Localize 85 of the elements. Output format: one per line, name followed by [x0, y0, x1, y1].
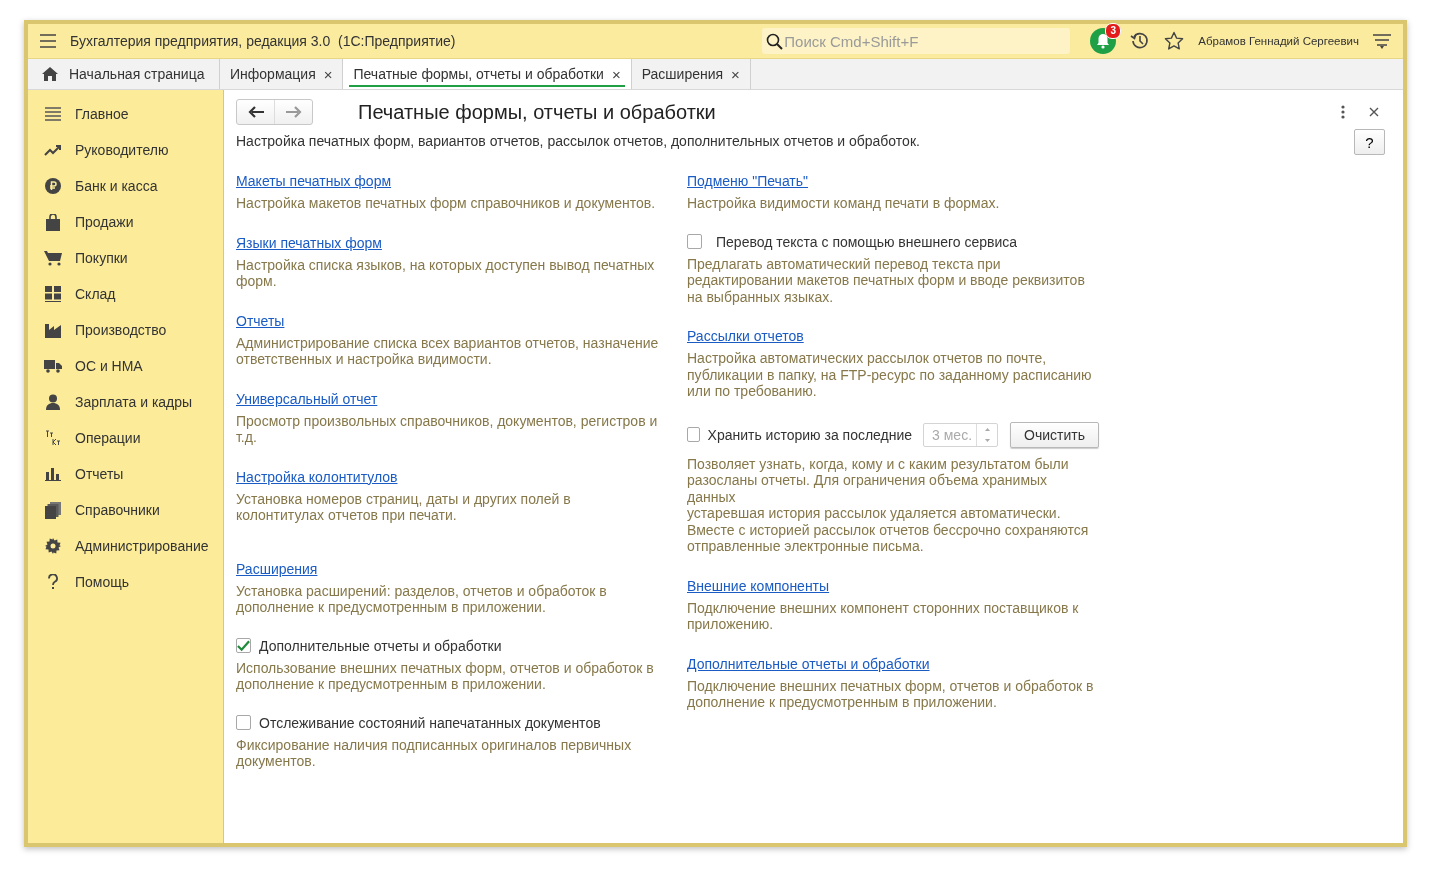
- description: Подключение внешних печатных форм, отчетов и обработок в дополнение к предусмотренным в приложении.: [687, 677, 1095, 711]
- sidebar-item[interactable]: Справочники: [28, 492, 223, 528]
- description: Установка номеров страниц, даты и других полей в колонтитулах отчетов при печати.: [236, 490, 572, 524]
- person-icon: [45, 394, 61, 410]
- more-icon[interactable]: [1341, 105, 1345, 119]
- link[interactable]: Дополнительные отчеты и обработки: [687, 655, 930, 672]
- books-icon: [45, 501, 61, 519]
- home-icon: [42, 67, 58, 81]
- close-tab-icon[interactable]: ×: [731, 65, 740, 83]
- close-tab-icon[interactable]: ×: [611, 65, 621, 83]
- sidebar-item[interactable]: Операции: [28, 420, 223, 456]
- description: Настройка видимости команд печати в формах.: [687, 195, 1001, 212]
- truck-icon: [44, 359, 62, 373]
- sidebar-item[interactable]: ОС и НМА: [28, 348, 223, 384]
- sidebar-item[interactable]: Администрирование: [28, 528, 223, 564]
- description: Администрирование списка всех вариантов отчетов, назначение ответственных и настройка видимости.: [236, 334, 659, 368]
- help-button[interactable]: ?: [1354, 129, 1385, 155]
- description: Установка расширений: разделов, отчетов и обработок в дополнение к предусмотренным в приложении.: [236, 582, 608, 616]
- sidebar-item[interactable]: Продажи: [28, 204, 223, 240]
- page-title: Печатные формы, отчеты и обработки: [358, 100, 717, 124]
- link[interactable]: Макеты печатных форм: [236, 173, 392, 189]
- description: Настройка макетов печатных форм справочников и документов.: [236, 195, 657, 212]
- star-icon[interactable]: [1164, 31, 1185, 51]
- list-icon: [45, 107, 61, 121]
- debit-credit-icon: [45, 430, 61, 446]
- description: Предлагать автоматический перевод текста при редактировании макетов печатных форм и вводе реквизитов на выбранных языках.: [687, 255, 1086, 305]
- link[interactable]: Внешние компоненты: [687, 577, 830, 594]
- grid-icon: [45, 286, 61, 302]
- back-arrow-icon: [247, 106, 264, 118]
- tab[interactable]: Начальная страница: [28, 59, 220, 89]
- factory-icon: [45, 322, 61, 338]
- sidebar-item[interactable]: Руководителю: [28, 132, 223, 168]
- checkbox[interactable]: [236, 638, 251, 653]
- checkbox-label[interactable]: Отслеживание состояний напечатанных документов: [259, 714, 601, 731]
- bell-icon: [1095, 33, 1112, 49]
- tab[interactable]: Расширения ×: [631, 59, 751, 89]
- link[interactable]: Подменю "Печать": [687, 173, 809, 189]
- sidebar-item[interactable]: Отчеты: [28, 456, 223, 492]
- spin-down-icon[interactable]: [984, 438, 990, 442]
- sidebar-item[interactable]: Зарплата и кадры: [28, 384, 223, 420]
- checkbox[interactable]: [687, 234, 702, 249]
- menu-icon[interactable]: [40, 34, 56, 48]
- field-value: 3 мес.: [931, 426, 974, 443]
- sidebar-item[interactable]: Склад: [28, 276, 223, 312]
- ruble-coin-icon: [45, 178, 61, 194]
- sidebar-item[interactable]: Главное: [28, 96, 223, 132]
- description: Просмотр произвольных справочников, документов, регистров и т.д.: [236, 412, 659, 446]
- link[interactable]: Универсальный отчет: [236, 390, 378, 407]
- description: Настройка списка языков, на которых доступен вывод печатных форм.: [236, 256, 656, 290]
- gear-icon: [45, 538, 61, 554]
- description: Позволяет узнать, когда, кому и с каким результатом были разосланы отчеты. Для ограничения объема хранимых данных устаревшая история рассылок удаляется автоматически. Вместе с историей рассылок отчетов бессрочно сохраняются отправленные электронные письма.: [687, 455, 1090, 555]
- link[interactable]: Языки печатных форм: [236, 234, 382, 251]
- checkbox-label[interactable]: Перевод текста с помощью внешнего сервиса: [716, 233, 1018, 250]
- spin-up-icon[interactable]: [984, 427, 990, 431]
- link[interactable]: Расширения: [236, 560, 318, 577]
- checkbox-label[interactable]: Дополнительные отчеты и обработки: [259, 637, 502, 654]
- history-icon[interactable]: [1130, 31, 1151, 51]
- sidebar-item[interactable]: Помощь: [28, 564, 223, 600]
- link[interactable]: Отчеты: [236, 312, 285, 329]
- sidebar-item[interactable]: Производство: [28, 312, 223, 348]
- search-field[interactable]: Поиск Cmd+Shift+F: [762, 28, 1071, 54]
- sidebar-item[interactable]: Покупки: [28, 240, 223, 276]
- bar-chart-icon: [45, 467, 61, 481]
- close-icon[interactable]: [1369, 107, 1379, 117]
- help-icon: [47, 574, 59, 590]
- page-description: Настройка печатных форм, вариантов отчетов, рассылок отчетов, дополнительных отчетов и обработок.: [236, 133, 920, 149]
- window-title: Бухгалтерия предприятия, редакция 3.0 (1С:Предприятие): [70, 33, 457, 49]
- tab[interactable]: Печатные формы, отчеты и обработки ×: [343, 59, 632, 89]
- sidebar-item[interactable]: Банк и касса: [28, 168, 223, 204]
- link[interactable]: Настройка колонтитулов: [236, 468, 398, 485]
- cart-icon: [44, 250, 62, 266]
- description: Подключение внешних компонент сторонних поставщиков к приложению.: [687, 599, 1080, 633]
- menu-icon[interactable]: [1373, 33, 1391, 49]
- description: Фиксирование наличия подписанных оригиналов первичных документов.: [236, 736, 633, 770]
- trend-up-icon: [44, 144, 62, 156]
- shopping-bag-icon: [45, 213, 61, 231]
- notification-badge: 3: [1105, 23, 1122, 39]
- forward-arrow-icon: [285, 106, 302, 118]
- checkbox[interactable]: [236, 715, 251, 730]
- description: Использование внешних печатных форм, отчетов и обработок в дополнение к предусмотренным в приложении.: [236, 659, 655, 693]
- description: Настройка автоматических рассылок отчетов по почте, публикации в папку, на FTP-ресурс по заданному расписанию или по требованию.: [687, 350, 1093, 400]
- link[interactable]: Рассылки отчетов: [687, 328, 804, 344]
- close-tab-icon[interactable]: ×: [323, 65, 333, 83]
- user-name[interactable]: Абрамов Геннадий Сергеевич: [1198, 35, 1359, 47]
- search-icon: [766, 33, 784, 50]
